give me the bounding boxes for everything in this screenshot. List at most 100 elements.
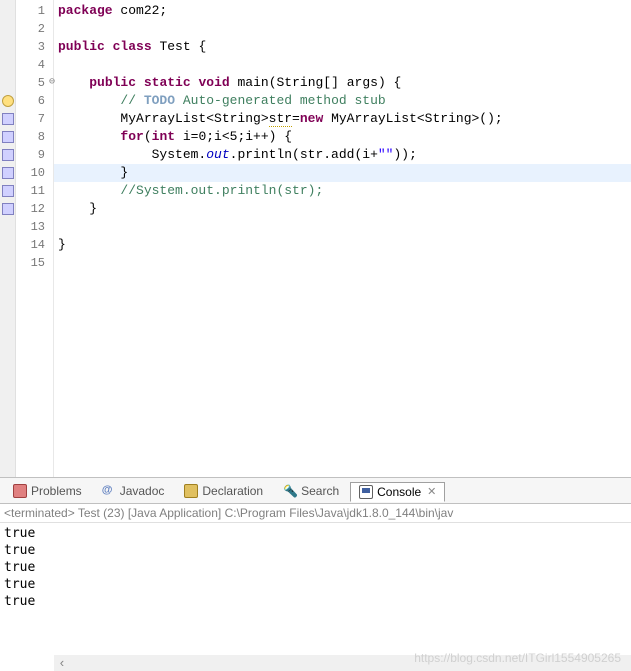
line-number[interactable]: 13 [16,218,53,236]
code-token: Auto-generated method stub [175,93,386,108]
code-token [58,93,120,108]
code-token: } [58,237,66,252]
line-number[interactable]: 14 [16,236,53,254]
tab-javadoc[interactable]: @ Javadoc [93,481,174,501]
code-token: MyArrayList<String> [58,111,269,126]
console-icon [359,485,373,499]
tab-label: Javadoc [120,484,165,498]
close-icon[interactable]: ✕ [427,485,436,498]
code-token: System. [58,147,206,162]
tab-declaration[interactable]: Declaration [175,481,272,501]
tab-label: Console [377,485,421,499]
code-token: )); [393,147,416,162]
line-number[interactable]: 9 [16,146,53,164]
code-token: // [120,93,143,108]
line-number[interactable]: 11 [16,182,53,200]
line-number[interactable]: 12 [16,200,53,218]
code-token: i=0;i<5;i++) { [175,129,292,144]
tab-problems[interactable]: Problems [4,481,91,501]
tab-console[interactable]: Console ✕ [350,482,445,502]
console-line: true [4,559,627,576]
line-number[interactable]: 3 [16,38,53,56]
code-token [136,75,144,90]
code-line[interactable] [54,218,631,236]
view-tab-bar: Problems @ Javadoc Declaration 🔦 Search … [0,478,631,504]
watermark-text: https://blog.csdn.net/ITGirl1554905265 [414,651,621,665]
code-token: str [284,183,307,198]
console-line: true [4,593,627,610]
code-token: void [198,75,229,90]
tab-search[interactable]: 🔦 Search [274,481,348,501]
editor-left-margin [0,0,16,477]
code-line[interactable]: public class Test { [54,38,631,56]
line-number[interactable]: 15 [16,254,53,272]
code-token: } [58,201,97,216]
code-token: args [347,75,378,90]
code-token: for [120,129,143,144]
tab-label: Search [301,484,339,498]
code-token: = [292,111,300,126]
code-token: new [300,111,323,126]
code-token: TODO [144,93,175,108]
code-token: Test { [152,39,207,54]
code-token: public [58,39,105,54]
code-token [58,183,120,198]
bottom-panel: Problems @ Javadoc Declaration 🔦 Search … [0,478,631,612]
code-line[interactable]: // TODO Auto-generated method stub [54,92,631,110]
code-token: static [144,75,191,90]
code-editor-pane: 123456789101112131415 package com22;publ… [0,0,631,478]
line-number[interactable]: 7 [16,110,53,128]
line-number[interactable]: 1 [16,2,53,20]
code-token: ); [308,183,324,198]
code-line[interactable] [54,56,631,74]
code-token: ( [144,129,152,144]
problems-icon [13,484,27,498]
code-line[interactable]: //System.out.println(str); [54,182,631,200]
console-line: true [4,525,627,542]
line-number[interactable]: 8 [16,128,53,146]
code-token: out [206,147,229,162]
code-token [105,39,113,54]
console-output[interactable]: truetruetruetruetrue [0,523,631,612]
declaration-icon [184,484,198,498]
code-token [58,129,120,144]
line-number[interactable]: 2 [16,20,53,38]
line-number[interactable]: 10 [16,164,53,182]
code-token: main(String[] [230,75,347,90]
code-token: public [89,75,136,90]
code-area[interactable]: package com22; public class Test { public… [54,0,631,477]
line-number[interactable]: 5 [16,74,53,92]
code-token: "" [378,147,394,162]
code-line[interactable]: } [54,200,631,218]
code-line[interactable]: package com22; [54,2,631,20]
code-token: ) { [378,75,401,90]
console-line: true [4,542,627,559]
code-token: MyArrayList<String>(); [323,111,502,126]
tab-label: Problems [31,484,82,498]
code-token [58,75,89,90]
line-number[interactable]: 6 [16,92,53,110]
code-line[interactable] [54,20,631,38]
console-line: true [4,576,627,593]
code-line[interactable]: } [54,236,631,254]
javadoc-icon: @ [102,484,116,498]
code-token: } [58,165,128,180]
code-token: .println(str.add(i+ [230,147,378,162]
code-line[interactable] [54,254,631,272]
code-token: int [152,129,175,144]
code-token: //System.out.println( [120,183,284,198]
search-icon: 🔦 [283,484,297,498]
code-token: com22; [113,3,168,18]
tab-label: Declaration [202,484,263,498]
code-token: str [269,111,292,127]
line-number[interactable]: 4 [16,56,53,74]
code-line[interactable]: } [54,164,631,182]
code-line[interactable]: System.out.println(str.add(i+"")); [54,146,631,164]
code-line[interactable]: MyArrayList<String>str=new MyArrayList<S… [54,110,631,128]
code-line[interactable]: for(int i=0;i<5;i++) { [54,128,631,146]
code-token: class [113,39,152,54]
console-header: <terminated> Test (23) [Java Application… [0,504,631,523]
code-line[interactable]: public static void main(String[] args) { [54,74,631,92]
line-number-gutter[interactable]: 123456789101112131415 [16,0,54,477]
code-token: package [58,3,113,18]
